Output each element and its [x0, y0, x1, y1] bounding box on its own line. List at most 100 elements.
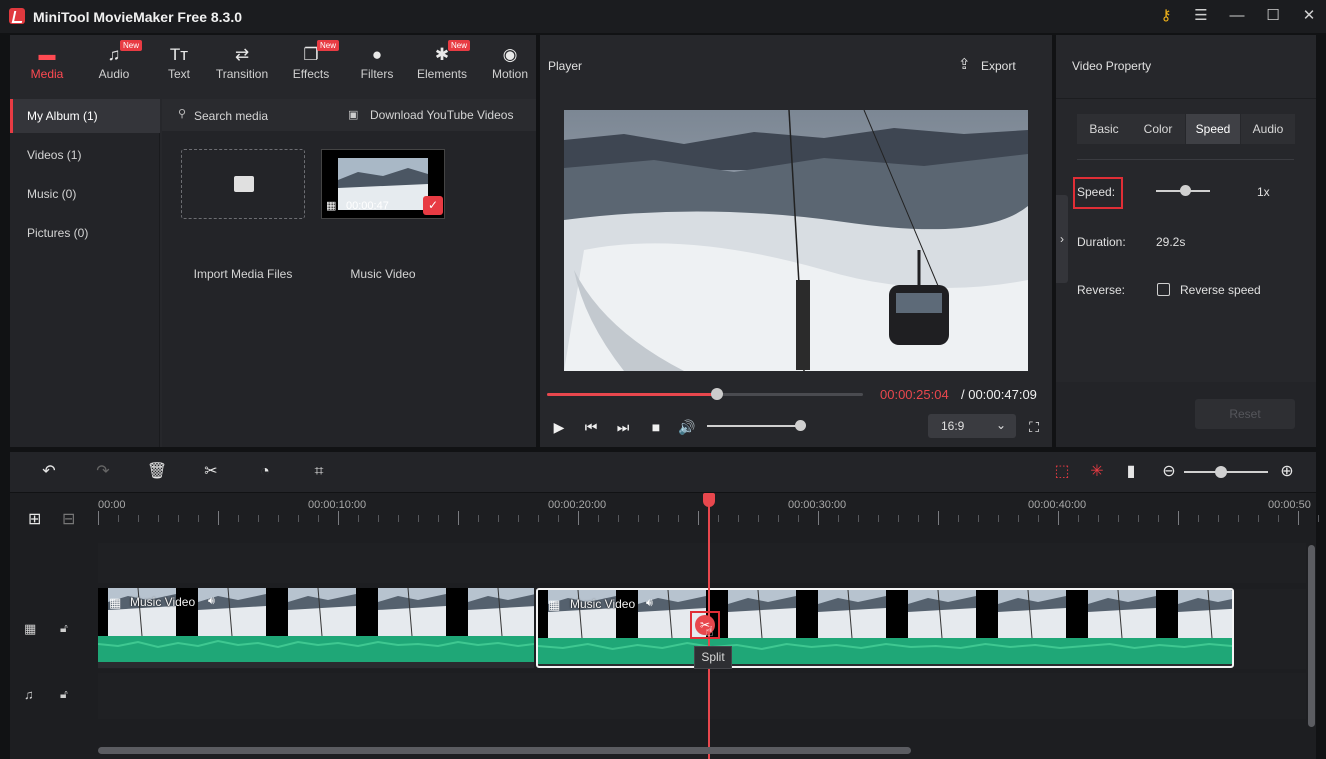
- next-frame-button[interactable]: ⏭: [613, 417, 633, 437]
- search-input[interactable]: Search media: [194, 109, 268, 123]
- export-button[interactable]: Export: [981, 59, 1016, 73]
- volume-slider[interactable]: [707, 425, 801, 427]
- clip-frame: [1168, 590, 1232, 638]
- album-item-music[interactable]: Music (0): [10, 177, 160, 211]
- timeline-clip-2[interactable]: ▦ Music Video 🔊︎: [536, 588, 1234, 668]
- fullscreen-icon[interactable]: ⛶: [1024, 417, 1044, 437]
- media-video-thumbnail[interactable]: ▦ 00:00:47 ✓: [321, 149, 445, 219]
- tab-transition[interactable]: ⇄ Transition: [210, 43, 274, 93]
- ruler-tick: [1258, 515, 1259, 522]
- volume-icon[interactable]: 🔊: [677, 417, 697, 437]
- delete-icon[interactable]: 🗑: [146, 461, 168, 483]
- ruler-tick: [1078, 515, 1079, 522]
- ruler-tick: [358, 515, 359, 522]
- ruler-tick: [658, 515, 659, 522]
- zoom-in-icon[interactable]: ⊕: [1276, 461, 1298, 483]
- tab-motion[interactable]: ◉ Motion: [478, 43, 542, 93]
- album-item-my-album[interactable]: My Album (1): [10, 99, 160, 133]
- import-media-tile[interactable]: [181, 149, 305, 219]
- album-item-pictures[interactable]: Pictures (0): [10, 216, 160, 250]
- split-scissors-icon[interactable]: ✂: [200, 461, 222, 483]
- zoom-out-icon[interactable]: ⊖: [1158, 461, 1180, 483]
- split-marker-icon[interactable]: ✳: [1086, 461, 1108, 483]
- vertical-scrollbar[interactable]: [1308, 545, 1315, 727]
- ruler-tick: [118, 515, 119, 522]
- clip-frame: [718, 590, 808, 638]
- download-youtube-button[interactable]: Download YouTube Videos: [370, 108, 513, 122]
- fit-timeline-icon[interactable]: ⬚: [1051, 461, 1073, 483]
- redo-icon[interactable]: ↷: [92, 461, 114, 483]
- tab-label: Filters: [360, 67, 394, 81]
- menu-icon[interactable]: ☰: [1190, 6, 1212, 26]
- speaker-icon: 🔊︎: [646, 597, 653, 609]
- search-icon: ⚲: [178, 108, 187, 120]
- minimize-button[interactable]: —: [1226, 6, 1248, 26]
- lock-icon[interactable]: 🔓︎: [60, 621, 68, 636]
- remove-track-icon[interactable]: ⊟: [62, 509, 75, 529]
- split-tooltip: Split: [694, 646, 732, 669]
- ruler-tick: [158, 515, 159, 522]
- ruler-tick: [1318, 515, 1319, 522]
- ruler-tick: [398, 515, 399, 522]
- magnet-icon[interactable]: ▮: [1120, 461, 1142, 483]
- tab-elements[interactable]: New ✱ Elements: [410, 40, 474, 93]
- ruler-tick: [898, 515, 899, 522]
- key-icon[interactable]: ⚷: [1155, 6, 1177, 26]
- clip-label: Music Video: [130, 595, 196, 609]
- add-track-icon[interactable]: ⊞: [28, 509, 41, 529]
- tab-filters[interactable]: ● Filters: [345, 43, 409, 93]
- added-check-icon: ✓: [423, 196, 443, 215]
- speed-gauge-icon[interactable]: ◔: [254, 461, 276, 483]
- undo-icon[interactable]: ↶: [38, 461, 60, 483]
- ruler-tick: [258, 515, 259, 522]
- ruler-tick: [1238, 515, 1239, 522]
- ruler-tick: [738, 515, 739, 522]
- tab-media[interactable]: ▬ Media: [15, 43, 79, 93]
- clip-frame: [1078, 590, 1168, 638]
- clip-frame: [458, 588, 534, 636]
- album-item-videos[interactable]: Videos (1): [10, 138, 160, 172]
- lock-icon[interactable]: 🔓︎: [60, 687, 68, 702]
- crop-icon[interactable]: ⌗: [308, 461, 330, 483]
- playback-progress-handle[interactable]: [711, 388, 723, 400]
- reset-button[interactable]: Reset: [1195, 399, 1295, 429]
- volume-handle[interactable]: [795, 420, 806, 431]
- aspect-ratio-select[interactable]: 16:9 ⌄: [928, 414, 1016, 438]
- speed-slider-handle[interactable]: [1180, 185, 1191, 196]
- tab-effects[interactable]: New ❐ Effects: [279, 40, 343, 93]
- timeline-area: ⊞ ⊟ 00:00 00:00:10:00 00:00:20:00 00:00:…: [10, 493, 1319, 759]
- reverse-speed-checkbox[interactable]: [1157, 283, 1170, 296]
- tab-audio[interactable]: Audio: [1241, 114, 1295, 144]
- ruler-label: 00:00:50: [1268, 499, 1311, 511]
- tab-basic[interactable]: Basic: [1077, 114, 1131, 144]
- previous-frame-button[interactable]: ⏮: [581, 417, 601, 437]
- panel-collapse-handle[interactable]: ›: [1056, 195, 1068, 283]
- ruler-tick: [218, 511, 219, 525]
- zoom-slider-handle[interactable]: [1215, 466, 1227, 478]
- film-icon: ▦: [548, 597, 561, 612]
- stop-button[interactable]: ■: [646, 417, 666, 437]
- ruler-tick: [1218, 515, 1219, 522]
- film-icon: ▦: [109, 595, 122, 610]
- video-property-panel: Video Property Basic Color Speed Audio S…: [1056, 35, 1316, 447]
- tab-text[interactable]: Tт Text: [147, 43, 211, 93]
- ruler-label: 00:00:30:00: [788, 499, 847, 511]
- speed-value: 1x: [1257, 185, 1270, 199]
- play-button[interactable]: ▶: [549, 417, 569, 437]
- tab-audio[interactable]: New ♫ Audio: [82, 40, 146, 93]
- ruler-tick: [918, 515, 919, 522]
- horizontal-scrollbar[interactable]: [98, 747, 911, 754]
- title-bar: MiniTool MovieMaker Free 8.3.0 ⚷ ☰ — ☐ ✕: [0, 0, 1326, 33]
- maximize-button[interactable]: ☐: [1262, 6, 1284, 26]
- ruler-tick: [498, 515, 499, 522]
- ruler-tick: [758, 515, 759, 522]
- clip-frame: [988, 590, 1078, 638]
- ruler-tick: [378, 515, 379, 522]
- tab-speed[interactable]: Speed: [1186, 114, 1240, 144]
- tab-color[interactable]: Color: [1131, 114, 1185, 144]
- close-button[interactable]: ✕: [1298, 6, 1320, 26]
- ruler-tick: [278, 515, 279, 522]
- ruler-tick: [1298, 511, 1299, 525]
- tab-label: Transition: [215, 67, 269, 81]
- timeline-clip-1[interactable]: ▦ Music Video 🔊︎: [98, 588, 534, 668]
